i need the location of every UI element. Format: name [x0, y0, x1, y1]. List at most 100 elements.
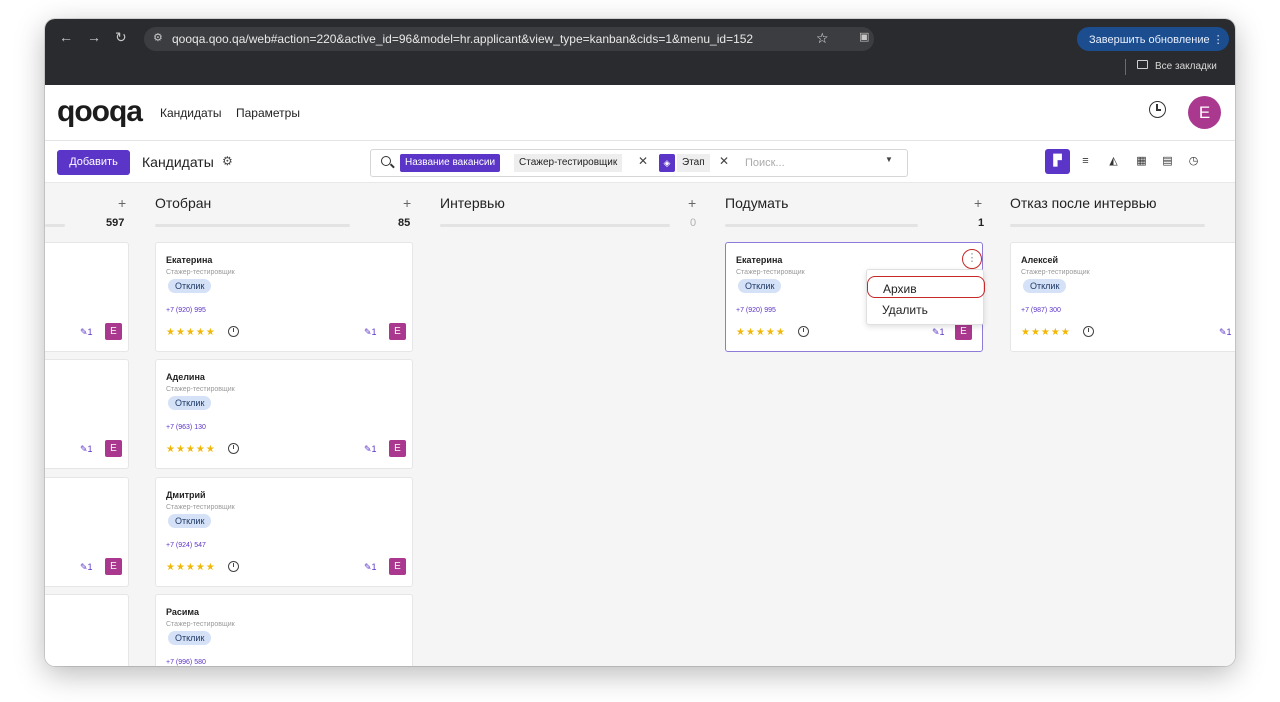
phone-number[interactable]: +7 (996) 580 — [166, 659, 206, 666]
plus-icon[interactable]: + — [403, 195, 411, 211]
stage-tag: Отклик — [168, 514, 212, 528]
facet-job-label: Название вакансии — [400, 154, 501, 172]
facet-stage-remove-icon[interactable]: ✕ — [719, 154, 729, 168]
pivot-view-icon[interactable]: ▤ — [1155, 149, 1180, 174]
priority-stars[interactable]: ★★★★★ — [736, 327, 786, 338]
activity-clock-icon[interactable] — [228, 443, 239, 454]
kebab-menu-icon[interactable]: ⋮ — [962, 249, 982, 269]
column-title[interactable]: Отказ после интервью — [1010, 195, 1157, 211]
kanban-card[interactable] — [45, 594, 129, 666]
card-avatar[interactable]: E — [105, 323, 122, 340]
stage-tag: Отклик — [1023, 279, 1067, 293]
browser-window: ← → ↻ ⚙ qooqa.qoo.qa/web#action=220&acti… — [45, 19, 1235, 666]
column-progress-bar — [45, 224, 65, 227]
kanban-card[interactable]: ✎1 E — [45, 359, 129, 469]
card-avatar[interactable]: E — [389, 440, 406, 457]
attachment-count-value: 1 — [87, 327, 93, 337]
translate-icon[interactable]: ▣ — [859, 30, 869, 43]
back-arrow-icon[interactable]: ← — [59, 29, 73, 45]
menu-item-candidates[interactable]: Кандидаты — [160, 106, 222, 120]
plus-icon[interactable]: + — [974, 195, 982, 211]
column-title[interactable]: Отобран — [155, 195, 211, 211]
calendar-view-icon[interactable]: ▦ — [1129, 149, 1154, 174]
forward-arrow-icon[interactable]: → — [87, 29, 101, 45]
activity-clock-icon[interactable] — [228, 326, 239, 337]
column-count: 1 — [978, 217, 985, 229]
phone-number[interactable]: +7 (987) 300 — [1021, 307, 1061, 314]
column-count: 597 — [106, 217, 125, 229]
phone-number[interactable]: +7 (920) 995 — [736, 307, 776, 314]
attachment-count-value: 1 — [371, 562, 377, 572]
kanban-card[interactable]: ✎1 E — [45, 242, 129, 352]
candidate-name: Расима — [166, 607, 199, 617]
plus-icon[interactable]: + — [688, 195, 696, 211]
plus-icon[interactable]: + — [118, 195, 126, 211]
activity-view-icon[interactable]: ◷ — [1181, 149, 1206, 174]
stage-tag: Отклик — [738, 279, 782, 293]
kanban-card[interactable]: Дмитрий Стажер-тестировщик Отклик +7 (92… — [155, 477, 413, 587]
attachment-count: ✎1 — [364, 327, 377, 337]
gear-icon[interactable]: ⚙ — [222, 154, 233, 168]
card-dropdown-menu: Архив Удалить — [866, 269, 985, 325]
search-input[interactable] — [745, 154, 875, 172]
column-title[interactable]: Подумать — [725, 195, 788, 211]
all-bookmarks-link[interactable]: Все закладки — [1155, 61, 1217, 72]
phone-number[interactable]: +7 (920) 995 — [166, 307, 206, 314]
site-settings-icon[interactable]: ⚙ — [153, 31, 163, 44]
kanban-card[interactable]: Аделина Стажер-тестировщик Отклик +7 (96… — [155, 359, 413, 469]
list-view-icon[interactable]: ≡ — [1073, 149, 1098, 174]
attachment-count-value: 1 — [1226, 327, 1232, 337]
priority-stars[interactable]: ★★★★★ — [166, 562, 216, 573]
kanban-card[interactable]: Алексей Стажер-тестировщик Отклик +7 (98… — [1010, 242, 1235, 352]
add-button[interactable]: Добавить — [57, 150, 130, 175]
attachment-count: ✎1 — [364, 444, 377, 454]
column-count: 0 — [690, 217, 697, 229]
control-panel: Добавить Кандидаты ⚙ Название вакансии С… — [45, 141, 1235, 183]
attachment-count: ✎1 — [80, 444, 93, 454]
kanban-card[interactable]: Расима Стажер-тестировщик Отклик +7 (996… — [155, 594, 413, 666]
card-avatar[interactable]: E — [105, 440, 122, 457]
archive-menu-item[interactable]: Архив — [867, 276, 985, 298]
page-title: Кандидаты — [142, 154, 214, 170]
kanban-card[interactable]: ✎1 E — [45, 477, 129, 587]
card-avatar[interactable]: E — [955, 323, 972, 340]
bookmark-star-icon[interactable]: ☆ — [816, 30, 829, 47]
search-bar[interactable]: Название вакансии Стажер-тестировщик ✕ ◈… — [370, 149, 908, 177]
reload-icon[interactable]: ↻ — [115, 29, 127, 46]
phone-number[interactable]: +7 (924) 547 — [166, 542, 206, 549]
browser-chrome: ← → ↻ ⚙ qooqa.qoo.qa/web#action=220&acti… — [45, 19, 1235, 85]
activity-clock-icon[interactable] — [1083, 326, 1094, 337]
card-avatar[interactable]: E — [105, 558, 122, 575]
address-bar[interactable]: ⚙ qooqa.qoo.qa/web#action=220&active_id=… — [144, 27, 874, 51]
finish-update-button[interactable]: Завершить обновление ⋮ — [1077, 27, 1229, 51]
menu-item-settings[interactable]: Параметры — [236, 106, 300, 120]
chevron-down-icon[interactable]: ▼ — [885, 155, 893, 164]
priority-stars[interactable]: ★★★★★ — [166, 444, 216, 455]
candidate-name: Аделина — [166, 372, 205, 382]
facet-job-remove-icon[interactable]: ✕ — [638, 154, 648, 168]
priority-stars[interactable]: ★★★★★ — [1021, 327, 1071, 338]
card-avatar[interactable]: E — [389, 558, 406, 575]
bookmark-separator — [1125, 59, 1126, 75]
activity-clock-icon[interactable] — [798, 326, 809, 337]
phone-number[interactable]: +7 (963) 130 — [166, 424, 206, 431]
column-progress-bar — [155, 224, 350, 227]
column-progress-bar — [440, 224, 670, 227]
attachment-count-value: 1 — [371, 327, 377, 337]
graph-view-icon[interactable]: ◭ — [1101, 149, 1126, 174]
priority-stars[interactable]: ★★★★★ — [166, 327, 216, 338]
app-logo[interactable]: qooqa — [57, 95, 143, 129]
card-avatar[interactable]: E — [389, 323, 406, 340]
kanban-view-icon[interactable]: ▛ — [1045, 149, 1070, 174]
search-icon — [381, 156, 391, 166]
user-avatar[interactable]: E — [1188, 96, 1221, 129]
column-title[interactable]: Интервью — [440, 195, 505, 211]
attachment-count-value: 1 — [87, 562, 93, 572]
delete-menu-item[interactable]: Удалить — [867, 298, 985, 320]
attachment-count-value: 1 — [939, 327, 945, 337]
job-title: Стажер-тестировщик — [1021, 269, 1090, 276]
url-text[interactable]: qooqa.qoo.qa/web#action=220&active_id=96… — [172, 32, 753, 46]
activity-clock-icon[interactable] — [1149, 101, 1166, 118]
activity-clock-icon[interactable] — [228, 561, 239, 572]
kanban-card[interactable]: Екатерина Стажер-тестировщик Отклик +7 (… — [155, 242, 413, 352]
